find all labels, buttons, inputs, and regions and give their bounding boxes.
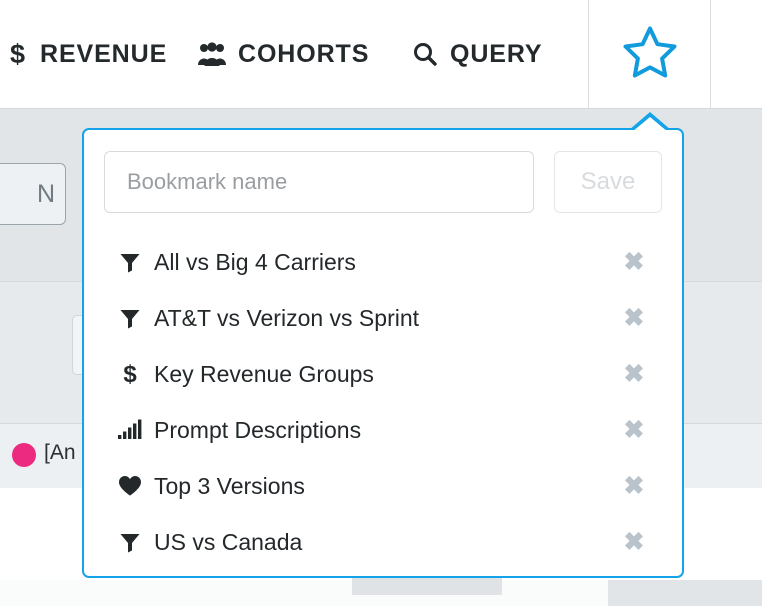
nav-item-cohorts[interactable]: COHORTS <box>198 0 369 108</box>
legend-label: [An <box>44 441 76 464</box>
background-footer-right <box>608 580 762 606</box>
nav-label-revenue: REVENUE <box>40 39 168 68</box>
bookmark-label: Prompt Descriptions <box>154 416 362 443</box>
funnel-icon <box>116 251 144 273</box>
delete-bookmark-icon[interactable]: ✖ <box>620 416 648 444</box>
bookmark-label: Top 3 Versions <box>154 472 305 499</box>
bookmark-label: AT&T vs Verizon vs Sprint <box>154 304 420 331</box>
bookmark-star-button[interactable] <box>589 0 710 108</box>
top-navigation-bar: $ REVENUE COHORTS QUERY <box>0 0 762 109</box>
nav-item-query[interactable]: QUERY <box>412 0 542 108</box>
bookmark-list-item[interactable]: Prompt Descriptions ✖ <box>84 402 682 458</box>
funnel-icon <box>116 531 144 553</box>
nav-label-query: QUERY <box>450 39 543 68</box>
funnel-icon <box>116 307 144 329</box>
bookmark-list-item[interactable]: US vs Canada ✖ <box>84 514 682 570</box>
nav-divider <box>710 0 711 108</box>
bookmark-list-item[interactable]: All vs Big 4 Carriers ✖ <box>84 234 682 290</box>
search-icon <box>412 41 438 67</box>
bookmark-create-row: Save <box>104 151 664 213</box>
delete-bookmark-icon[interactable]: ✖ <box>620 528 648 556</box>
bookmark-label: Key Revenue Groups <box>154 360 374 387</box>
bookmark-label: All vs Big 4 Carriers <box>154 248 356 275</box>
delete-bookmark-icon[interactable]: ✖ <box>620 248 648 276</box>
delete-bookmark-icon[interactable]: ✖ <box>620 360 648 388</box>
nav-item-revenue[interactable]: $ REVENUE <box>8 0 167 108</box>
popup-pointer-inner <box>632 117 668 132</box>
bookmark-list-item[interactable]: AT&T vs Verizon vs Sprint ✖ <box>84 290 682 346</box>
bookmark-list: All vs Big 4 Carriers ✖ AT&T vs Verizon … <box>84 234 682 570</box>
bookmark-list-item[interactable]: Top 3 Versions ✖ <box>84 458 682 514</box>
dollar-icon: $ <box>116 361 144 387</box>
star-outline-icon <box>622 25 678 84</box>
delete-bookmark-icon[interactable]: ✖ <box>620 472 648 500</box>
background-left-button[interactable]: N <box>0 163 66 225</box>
svg-text:$: $ <box>123 361 137 387</box>
save-button[interactable]: Save <box>554 151 662 213</box>
signal-bars-icon <box>116 419 144 441</box>
svg-text:$: $ <box>10 39 26 69</box>
heart-icon <box>116 475 144 497</box>
bookmark-popup: Save All vs Big 4 Carriers ✖ AT&T vs Ver… <box>82 128 684 578</box>
bookmark-name-input[interactable] <box>104 151 534 213</box>
bookmark-label: US vs Canada <box>154 528 303 555</box>
bookmark-list-item[interactable]: $ Key Revenue Groups ✖ <box>84 346 682 402</box>
users-icon <box>198 41 226 67</box>
dollar-icon: $ <box>8 39 28 69</box>
nav-label-cohorts: COHORTS <box>238 39 370 68</box>
legend-color-dot <box>12 443 36 467</box>
delete-bookmark-icon[interactable]: ✖ <box>620 304 648 332</box>
